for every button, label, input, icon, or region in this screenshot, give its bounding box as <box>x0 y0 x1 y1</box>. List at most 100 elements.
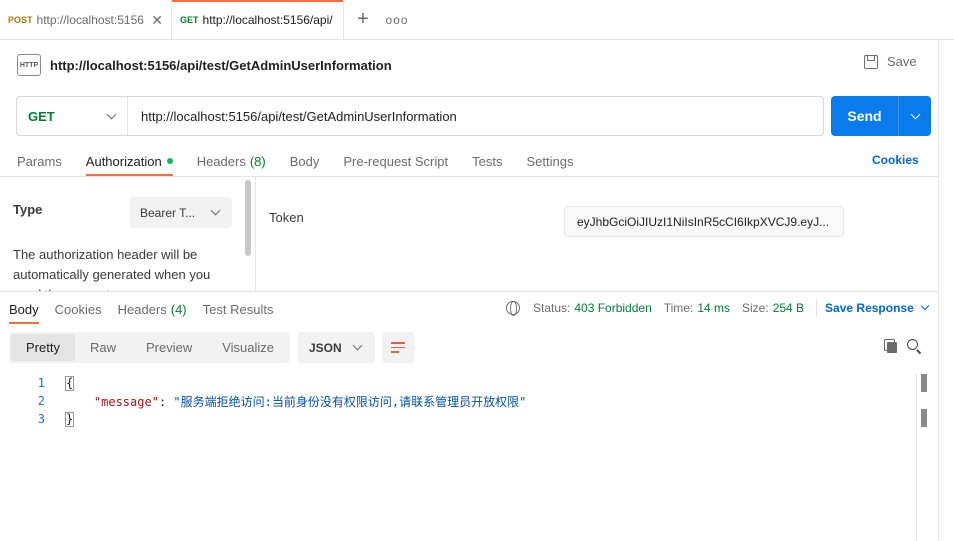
save-label: Save <box>887 54 917 69</box>
request-header: HTTP http://localhost:5156/api/test/GetA… <box>17 52 392 78</box>
headers-count: (8) <box>249 153 266 169</box>
tab-headers[interactable]: Headers (8) <box>197 146 266 176</box>
tab-label: Body <box>289 153 320 169</box>
active-dot-icon <box>166 158 173 164</box>
type-label: Type <box>13 202 43 217</box>
tab-tests[interactable]: Tests <box>472 146 502 176</box>
view-visualize[interactable]: Visualize <box>207 334 289 361</box>
method-value: GET <box>28 108 55 124</box>
bracket: { <box>65 375 75 391</box>
view-preview[interactable]: Preview <box>131 334 207 361</box>
time-value[interactable]: 14 ms <box>697 301 730 315</box>
copy-icon[interactable] <box>884 339 898 353</box>
tab-label: Settings <box>526 153 574 169</box>
json-colon: : <box>158 394 174 409</box>
request-tabs: Params Authorization Headers (8) Body Pre… <box>17 146 597 176</box>
chevron-down-icon <box>210 205 221 216</box>
tab-test-results[interactable]: Test Results <box>203 294 274 324</box>
tab-pre-request-script[interactable]: Pre-request Script <box>343 146 448 176</box>
code-line: 2 "message": "服务端拒绝访问:当前身份没有权限访问,请联系管理员开… <box>0 392 930 410</box>
json-key: "message" <box>93 394 159 409</box>
size-value[interactable]: 254 B <box>773 301 804 315</box>
view-raw[interactable]: Raw <box>75 334 131 361</box>
request-tab-post[interactable]: POST http://localhost:5156 ✕ <box>0 0 172 40</box>
status-value[interactable]: 403 Forbidden <box>574 301 651 315</box>
tab-label: Headers <box>117 301 167 317</box>
send-options[interactable] <box>899 96 931 136</box>
save-button[interactable]: Save <box>864 54 917 69</box>
divider <box>816 299 818 317</box>
wrap-lines-icon <box>391 342 405 344</box>
tab-response-cookies[interactable]: Cookies <box>55 294 102 324</box>
line-number: 1 <box>37 376 45 390</box>
cookies-link[interactable]: Cookies <box>872 153 919 167</box>
save-icon <box>864 54 878 69</box>
line-number: 3 <box>37 412 45 426</box>
add-tab-icon[interactable]: + <box>344 0 382 39</box>
tab-method: POST <box>8 15 33 25</box>
send-button[interactable]: Send <box>831 96 931 136</box>
format-value: JSON <box>309 340 342 355</box>
tab-label: Headers <box>196 153 246 169</box>
tab-label: Params <box>17 153 62 169</box>
scrollbar[interactable] <box>245 180 251 256</box>
view-pretty[interactable]: Pretty <box>11 334 75 361</box>
http-icon: HTTP <box>17 54 41 76</box>
view-mode-selector: Pretty Raw Preview Visualize <box>9 332 290 363</box>
tab-settings[interactable]: Settings <box>526 146 573 176</box>
tab-body[interactable]: Body <box>290 146 320 176</box>
search-icon[interactable] <box>907 339 922 354</box>
globe-icon[interactable] <box>506 301 520 316</box>
request-title[interactable]: http://localhost:5156/api/test/GetAdminU… <box>50 58 392 73</box>
save-response-label: Save Response <box>825 301 914 315</box>
code-text: "message": "服务端拒绝访问:当前身份没有权限访问,请联系管理员开放权… <box>65 393 526 410</box>
tab-url: http://localhost:5156/api/ <box>202 13 333 27</box>
chevron-down-icon <box>106 109 117 119</box>
chevron-down-icon <box>920 301 930 311</box>
json-value: "服务端拒绝访问:当前身份没有权限访问,请联系管理员开放权限" <box>173 394 527 409</box>
right-divider <box>938 40 939 541</box>
send-label[interactable]: Send <box>831 96 899 136</box>
size-key: Size: <box>742 301 769 315</box>
tab-label: Cookies <box>54 301 102 317</box>
token-input[interactable]: eyJhbGciOiJIUzI1NiIsInR5cCI6IkpXVCJ9.eyJ… <box>564 206 844 237</box>
status-key: Status: <box>533 301 571 315</box>
tab-label: Tests <box>472 153 503 169</box>
close-icon[interactable]: ✕ <box>151 12 163 29</box>
divider <box>0 291 938 292</box>
response-body-code[interactable]: 1 { 2 "message": "服务端拒绝访问:当前身份没有权限访问,请联系… <box>0 374 930 428</box>
wrap-lines-icon <box>391 351 399 353</box>
method-select[interactable]: GET <box>17 97 128 135</box>
line-number: 2 <box>37 394 45 408</box>
wrap-lines-icon <box>391 346 405 349</box>
tab-response-body[interactable]: Body <box>9 294 39 324</box>
code-text: { <box>65 375 75 391</box>
request-tab-get[interactable]: GET http://localhost:5156/api/ <box>172 0 344 40</box>
code-line: 3 } <box>0 410 930 428</box>
response-tabs: Body Cookies Headers (4) Test Results <box>9 294 289 324</box>
tab-strip: POST http://localhost:5156 ✕ GET http://… <box>0 0 954 40</box>
auth-type-panel: Type Bearer T... The authorization heade… <box>0 177 256 292</box>
tab-response-headers[interactable]: Headers (4) <box>118 294 187 324</box>
save-response-button[interactable]: Save Response <box>825 301 930 315</box>
chevron-down-icon <box>910 109 920 119</box>
response-meta: Status: 403 Forbidden Time: 14 ms Size: … <box>506 299 930 317</box>
auth-type-select[interactable]: Bearer T... <box>130 197 232 228</box>
tab-method: GET <box>180 15 199 25</box>
more-tabs-icon[interactable]: ooo <box>382 0 412 39</box>
tab-authorization[interactable]: Authorization <box>85 146 173 176</box>
time-key: Time: <box>663 301 694 315</box>
url-bar: GET <box>16 96 824 136</box>
format-select[interactable]: JSON <box>298 332 375 363</box>
token-label: Token <box>269 210 304 225</box>
scrollbar-track <box>916 374 917 541</box>
headers-count: (4) <box>170 301 187 317</box>
scrollbar[interactable] <box>921 409 927 427</box>
scrollbar[interactable] <box>921 374 927 392</box>
tab-label: Body <box>9 301 39 317</box>
tab-params[interactable]: Params <box>17 146 62 176</box>
wrap-lines-button[interactable] <box>382 332 414 363</box>
auth-type-value: Bearer T... <box>140 205 196 220</box>
url-input[interactable] <box>128 97 823 135</box>
auth-description: The authorization header will be automat… <box>13 247 211 292</box>
